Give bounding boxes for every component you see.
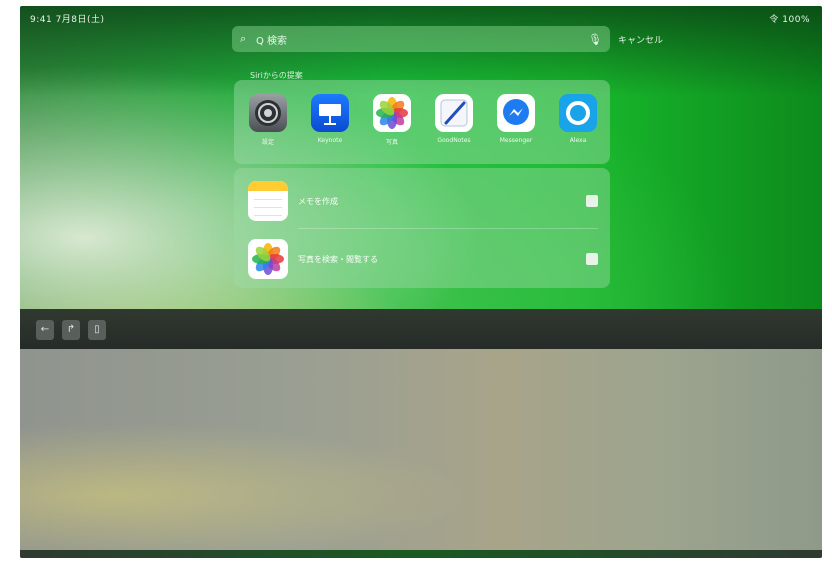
goodnotes-icon [435,94,473,132]
redo-button[interactable]: ↱ [62,320,80,340]
app-label: 写真 [385,139,398,146]
app-settings[interactable]: 設定 [238,94,298,146]
search-icon: ⌕ [240,32,247,45]
ipad-screen: 9:41 7月8日(土) 令 100% ⌕ Q 検索 🎙 キャンセル Siriか… [20,6,822,558]
settings-icon [249,94,287,132]
keyboard-toolbar: ← ↱ ▯ [20,309,822,349]
keyboard-area [20,349,822,558]
app-suggestions-card: 設定 Keynote 写真 GoodNotes Messenger Alexa [234,80,610,164]
result-row-photos[interactable]: 写真を検索・閲覧する [248,234,598,284]
photos-icon [248,239,288,279]
app-messenger[interactable]: Messenger [486,94,546,144]
result-row-notes[interactable]: メモを作成 [248,176,598,226]
keynote-icon [311,94,349,132]
search-input[interactable]: ⌕ Q 検索 🎙 [232,26,610,52]
app-label: GoodNotes [437,137,471,144]
app-keynote[interactable]: Keynote [300,94,360,144]
divider [298,228,598,229]
alexa-icon [559,94,597,132]
clipboard-button[interactable]: ▯ [88,320,106,340]
notes-icon [248,181,288,221]
app-goodnotes[interactable]: GoodNotes [424,94,484,144]
result-title: 写真を検索・閲覧する [298,254,378,264]
dock-strip [20,550,822,558]
app-label: 設定 [261,139,274,146]
status-time: 9:41 7月8日(土) [30,15,105,25]
app-photos[interactable]: 写真 [362,94,422,146]
shortcut-chevron-icon[interactable] [586,195,598,207]
app-alexa[interactable]: Alexa [548,94,608,144]
undo-button[interactable]: ← [36,320,54,340]
app-label: Keynote [317,137,343,144]
result-title: メモを作成 [298,196,338,206]
search-query: Q 検索 [256,35,288,47]
photos-icon [373,94,411,132]
app-label: Messenger [499,137,533,144]
messenger-icon [497,94,535,132]
microphone-icon[interactable]: 🎙 [588,33,602,46]
shortcut-results-card: メモを作成 写真を検索・閲覧する [234,168,610,288]
shortcut-chevron-icon[interactable] [586,253,598,265]
app-label: Alexa [569,137,587,144]
cancel-button[interactable]: キャンセル [618,33,663,46]
status-battery: 令 100% [769,15,810,25]
